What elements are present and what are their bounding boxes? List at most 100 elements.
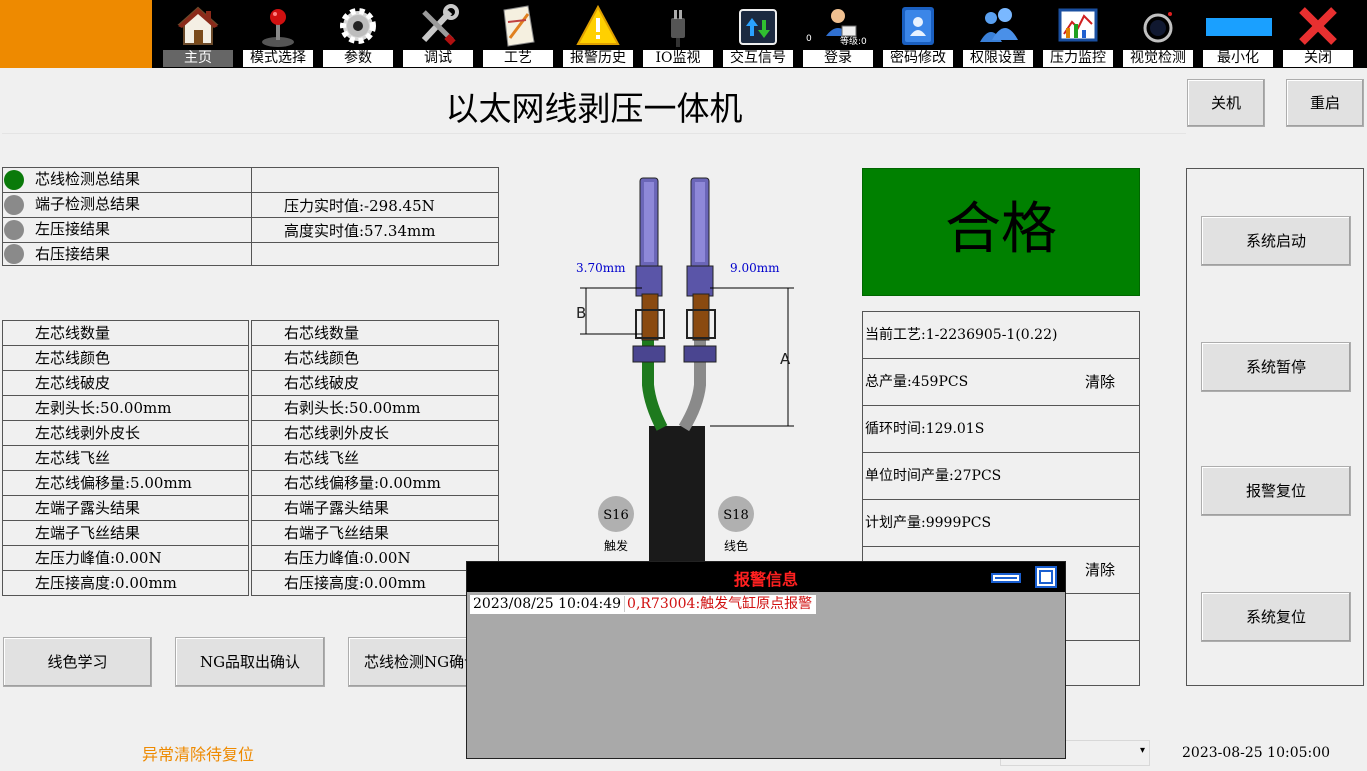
right-insulation: [692, 293, 710, 341]
status-row-value: [251, 242, 499, 266]
toolbar-label: 主页: [163, 50, 233, 67]
total-output-text: 总产量:459PCS: [865, 374, 969, 390]
left-dimension: 3.70mm: [576, 261, 626, 275]
toolbar-login-button[interactable]: 0 等级:0 登录: [800, 2, 876, 68]
info-planned: 计划产量:9999PCS: [863, 500, 1139, 547]
left-terminal-barrel: [635, 265, 663, 297]
minimize-bar-icon: [1206, 18, 1272, 36]
detail-left-cell: 左芯线偏移量:5.00mm: [2, 470, 249, 496]
detail-right-cell: 右芯线剥外皮长: [251, 420, 499, 446]
login-level-value: 0: [806, 34, 812, 44]
detail-left-cell: 左芯线剥外皮长: [2, 420, 249, 446]
sensor-s16-label: S16: [603, 508, 628, 523]
title-bar: 以太网线剥压一体机: [2, 70, 1186, 134]
toolbar-label: 交互信号: [723, 50, 793, 67]
detail-right-cell: 右压力峰值:0.00N: [251, 545, 499, 571]
toolbar-close-button[interactable]: 关闭: [1280, 2, 1356, 68]
left-terminal-shine: [644, 182, 654, 262]
status-row-value: 压力实时值:-298.45N: [251, 192, 499, 218]
toolbar-label: 调试: [403, 50, 473, 67]
dim-label-a: A: [780, 350, 791, 368]
system-pause-button[interactable]: 系统暂停: [1201, 342, 1351, 392]
ng-confirm-button[interactable]: NG品取出确认: [175, 637, 325, 687]
toolbar-label: 登录: [803, 50, 873, 67]
detail-right-cell: 右芯线数量: [251, 320, 499, 346]
toolbar-label: 视觉检测: [1123, 50, 1193, 67]
detail-right-cell: 右芯线偏移量:0.00mm: [251, 470, 499, 496]
clock: 2023-08-25 10:05:00: [1182, 745, 1331, 761]
color-learn-button[interactable]: 线色学习: [3, 637, 152, 687]
clear-total-button[interactable]: 清除: [1085, 359, 1115, 405]
detail-right-cell: 右剥头长:50.00mm: [251, 395, 499, 421]
right-tab: [683, 345, 717, 363]
toolbar-craft-button[interactable]: 工艺: [480, 2, 556, 68]
detail-left-cell: 左端子露头结果: [2, 495, 249, 521]
brand-logo-block: [0, 0, 152, 68]
toolbar-label: 工艺: [483, 50, 553, 67]
right-terminal-barrel: [686, 265, 714, 297]
joystick-icon: [262, 9, 294, 47]
system-reset-button[interactable]: 系统复位: [1201, 592, 1351, 642]
alarm-time: 2023/08/25 10:04:49: [473, 596, 622, 612]
toolbar-pressure-button[interactable]: 压力监控: [1040, 2, 1116, 68]
toolbar-minimize-button[interactable]: 最小化: [1200, 2, 1276, 68]
cable-diagram: 3.70mm 9.00mm B A S16 S18 触发 线色: [576, 177, 794, 570]
system-start-button[interactable]: 系统启动: [1201, 216, 1351, 266]
pass-result-indicator: 合格: [862, 168, 1140, 296]
toolbar-debug-button[interactable]: 调试: [400, 2, 476, 68]
sensor-s16-caption: 触发: [604, 538, 628, 553]
status-row-value: [251, 167, 499, 193]
toolbar-mode-button[interactable]: 模式选择: [240, 2, 316, 68]
detail-left-cell: 左压力峰值:0.00N: [2, 545, 249, 571]
detail-left-cell: 左端子飞丝结果: [2, 520, 249, 546]
detail-left-cell: 左芯线破皮: [2, 370, 249, 396]
users-icon: [980, 8, 1018, 42]
status-message: 异常清除待复位: [142, 745, 255, 764]
detail-left-cell: 左芯线数量: [2, 320, 249, 346]
toolbar-vision-button[interactable]: 视觉检测: [1120, 2, 1196, 68]
alarm-entry[interactable]: 2023/08/25 10:04:49 0,R73004:触发气缸原点报警: [470, 595, 817, 614]
toolbar-home-button[interactable]: 主页: [160, 2, 236, 68]
toolbar-label: 最小化: [1203, 50, 1273, 67]
toolbar-label: 模式选择: [243, 50, 313, 67]
toolbar-signals-button[interactable]: 交互信号: [720, 2, 796, 68]
login-level-label: 等级:0: [840, 37, 867, 47]
left-insulation: [641, 293, 659, 341]
toolbar-params-button[interactable]: 参数: [320, 2, 396, 68]
home-icon: [177, 6, 219, 45]
right-crimp-lamp: [4, 244, 24, 264]
toolbar-io-button[interactable]: IO监视: [640, 2, 716, 68]
alarm-titlebar: 报警信息: [467, 562, 1065, 592]
detail-left-cell: 左剥头长:50.00mm: [2, 395, 249, 421]
sensor-s18-caption: 线色: [724, 539, 748, 553]
chevron-down-icon: ▾: [1139, 745, 1145, 756]
info-process: 当前工艺:1-2236905-1(0.22): [863, 312, 1139, 359]
maximize-icon[interactable]: [1035, 566, 1057, 588]
shutdown-button[interactable]: 关机: [1187, 79, 1265, 127]
dim-label-b: B: [576, 304, 586, 322]
toolbar-permissions-button[interactable]: 权限设置: [960, 2, 1036, 68]
plug-icon: [671, 10, 685, 47]
minimize-icon[interactable]: [991, 570, 1021, 586]
toolbar-label: 报警历史: [563, 50, 633, 67]
detail-left-cell: 左芯线飞丝: [2, 445, 249, 471]
status-row-label: 芯线检测总结果: [2, 167, 252, 193]
sensor-s18-label: S18: [723, 508, 748, 523]
chart-monitor-icon: [1058, 8, 1098, 42]
right-terminal-shine: [695, 182, 705, 262]
gear-icon: [340, 8, 376, 44]
toolbar-password-button[interactable]: 密码修改: [880, 2, 956, 68]
left-tab: [632, 345, 666, 363]
detail-left-cell: 左芯线颜色: [2, 345, 249, 371]
core-result-lamp: [4, 170, 24, 190]
alarm-reset-button[interactable]: 报警复位: [1201, 466, 1351, 516]
toolbar-label: 密码修改: [883, 50, 953, 67]
camera-icon: [1143, 12, 1173, 43]
clear-second-button[interactable]: 清除: [1085, 547, 1115, 593]
toolbar-alarm-history-button[interactable]: 报警历史: [560, 2, 636, 68]
contacts-book-icon: [902, 7, 934, 45]
craft-doc-icon: [503, 5, 535, 47]
tools-icon: [421, 4, 459, 46]
detail-right-cell: 右芯线破皮: [251, 370, 499, 396]
restart-button[interactable]: 重启: [1286, 79, 1364, 127]
